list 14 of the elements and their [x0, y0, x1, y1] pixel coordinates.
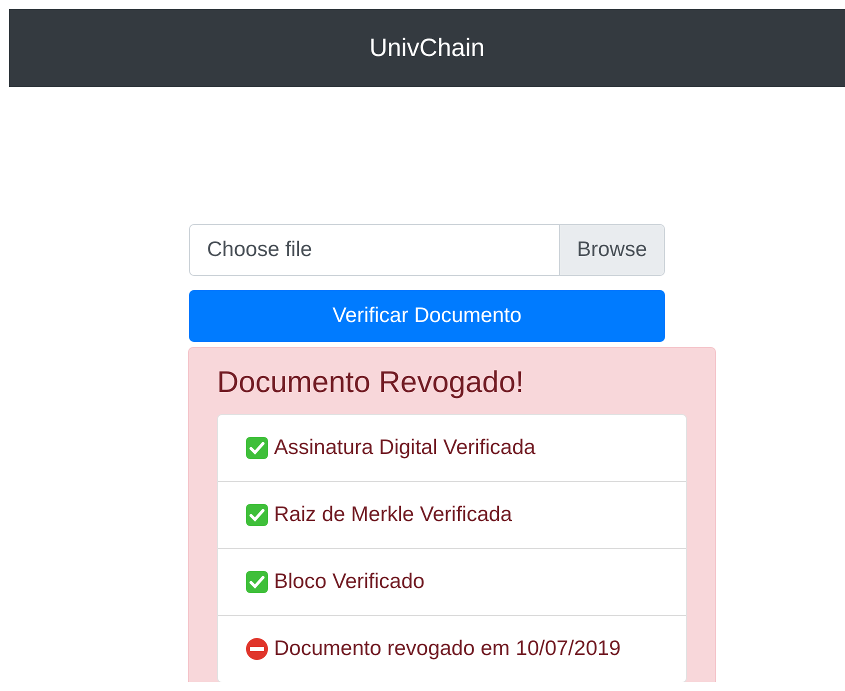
check-icon [245, 436, 269, 460]
file-placeholder: Choose file [206, 237, 314, 263]
alert-title: Documento Revogado! [217, 366, 525, 400]
brand-title[interactable]: UnivChain [369, 34, 485, 62]
no-entry-icon [245, 637, 269, 661]
verify-button[interactable]: Verificar Documento [189, 290, 665, 342]
check-icon [245, 570, 269, 594]
check-icon [245, 503, 269, 527]
check-text: Bloco Verificado [274, 570, 425, 594]
browse-button[interactable]: Browse [558, 225, 664, 275]
file-input[interactable]: Choose file Browse [189, 224, 665, 276]
check-text: Documento revogado em 10/07/2019 [274, 637, 621, 661]
check-text: Raiz de Merkle Verificada [274, 503, 512, 527]
check-text: Assinatura Digital Verificada [274, 436, 536, 460]
